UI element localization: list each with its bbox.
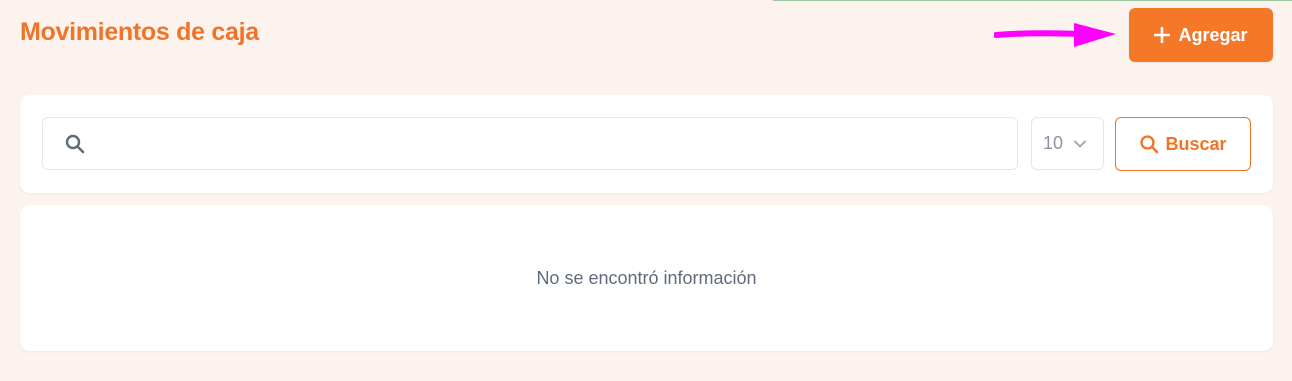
search-icon (65, 134, 85, 154)
results-card: No se encontró información (20, 205, 1273, 351)
page-size-select[interactable]: 10 (1031, 117, 1104, 170)
plus-icon (1154, 27, 1171, 43)
add-button[interactable]: Agregar (1129, 8, 1273, 62)
search-input[interactable] (99, 118, 1003, 171)
chevron-down-icon (1074, 140, 1086, 147)
add-button-label: Agregar (1178, 24, 1248, 45)
page-title: Movimientos de caja (20, 18, 259, 46)
filter-card: 10 Buscar (20, 95, 1273, 193)
empty-state-message: No se encontró información (536, 267, 757, 288)
annotation-arrow (994, 23, 1116, 47)
top-divider (773, 0, 1292, 1)
search-button-label: Buscar (1165, 133, 1227, 154)
page-size-value: 10 (1043, 133, 1064, 153)
search-button[interactable]: Buscar (1115, 117, 1251, 171)
search-icon (1140, 135, 1159, 154)
search-box[interactable] (42, 117, 1018, 171)
